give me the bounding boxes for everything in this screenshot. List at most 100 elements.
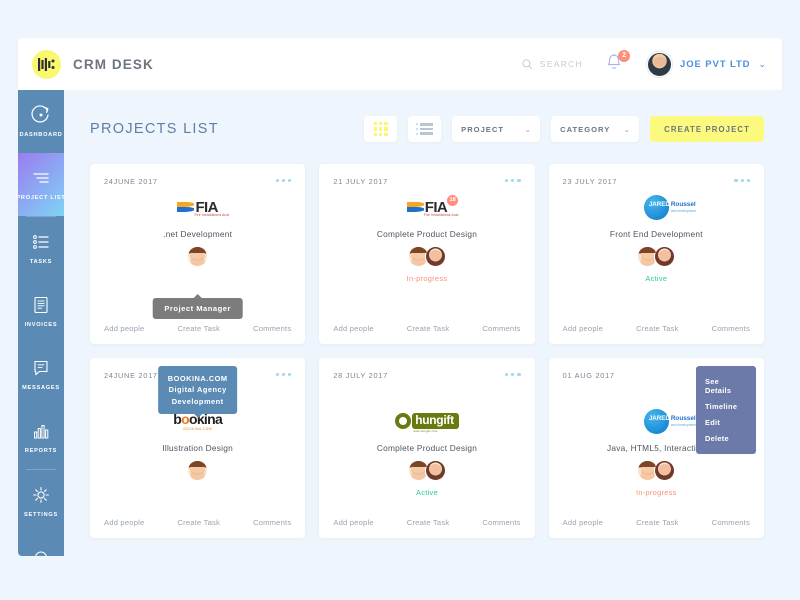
brand[interactable]: CRM DESK: [18, 49, 154, 79]
sidebar-item-label: DASHBOARD: [19, 132, 63, 138]
sidebar-item-support[interactable]: SUPPORT: [18, 533, 64, 556]
sidebar-item-tasks[interactable]: TASKS: [18, 217, 64, 280]
tasks-icon: [33, 235, 49, 249]
grid-view-button[interactable]: [364, 116, 398, 142]
project-tooltip: BOOKINA.COM Digital Agency Development: [157, 366, 238, 415]
sidebar-item-dashboard[interactable]: DASHBOARD: [18, 90, 64, 153]
card-menu-button[interactable]: [505, 371, 521, 377]
project-name: .net Development: [163, 229, 233, 239]
card-date: 21 JULY 2017: [333, 177, 388, 186]
card-body: FIA Fire Installations Aust .net Develop…: [90, 190, 305, 324]
menu-item-delete[interactable]: Delete: [696, 431, 756, 447]
dashboard-icon: [31, 105, 49, 123]
main-content: PROJECTS LIST PROJECT ⌄ CATEGORY ⌄ CREAT…: [64, 90, 782, 556]
brand-logo-icon: [32, 49, 61, 79]
tooltip-line: Development: [171, 396, 224, 406]
logo-subtitle: Fire Installations Aust: [423, 212, 459, 217]
create-task-link[interactable]: Create Task: [407, 518, 450, 527]
sidebar-item-invoices[interactable]: INVOICES: [18, 280, 64, 343]
add-people-link[interactable]: Add people: [563, 324, 603, 333]
comments-link[interactable]: Comments: [253, 518, 291, 527]
comments-link[interactable]: Comments: [482, 324, 520, 333]
card-body: JARED Roussel web development Front End …: [549, 190, 764, 324]
comments-link[interactable]: Comments: [482, 518, 520, 527]
notification-badge: 2: [618, 50, 631, 62]
comments-link[interactable]: Comments: [253, 324, 291, 333]
sidebar: DASHBOARD PROJECT LIST TASKS INVOICES ME…: [18, 90, 64, 556]
category-filter-select[interactable]: CATEGORY ⌄: [551, 116, 640, 142]
sidebar-item-label: SETTINGS: [24, 512, 58, 518]
header-actions: SEARCH 2 JOE PVT LTD ⌄: [522, 50, 782, 77]
project-name: Complete Product Design: [376, 443, 478, 453]
logo-subtitle: web development: [670, 422, 696, 427]
sidebar-item-reports[interactable]: REPORTS: [18, 406, 64, 469]
role-tooltip: Project Manager: [152, 298, 243, 319]
search-placeholder: SEARCH: [539, 59, 584, 69]
fia-swoosh-icon: [406, 200, 424, 215]
logo-subtitle: Fire Installations Aust: [194, 212, 230, 217]
toolbar: PROJECT ⌄ CATEGORY ⌄ CREATE PROJECT: [364, 116, 764, 142]
reports-icon: [34, 425, 49, 439]
comments-link[interactable]: Comments: [712, 518, 750, 527]
avatar: [654, 246, 676, 267]
notifications-button[interactable]: 2: [605, 50, 631, 75]
avatar: [424, 460, 446, 481]
messages-icon: [34, 360, 48, 376]
support-icon: [35, 551, 47, 556]
list-view-button[interactable]: [408, 116, 442, 142]
avatar: [187, 246, 209, 267]
card-body: hungift www.hungift.com Complete Product…: [319, 384, 534, 518]
project-card[interactable]: 01 AUG 2017 See Details Timeline Edit De…: [548, 358, 764, 538]
card-date: 01 AUG 2017: [562, 371, 615, 380]
add-people-link[interactable]: Add people: [563, 518, 603, 527]
card-menu-button[interactable]: [275, 371, 292, 377]
create-task-link[interactable]: Create Task: [177, 324, 220, 333]
project-filter-select[interactable]: PROJECT ⌄: [452, 116, 541, 142]
sidebar-item-messages[interactable]: MESSAGES: [18, 343, 64, 406]
assignee-avatars: [637, 460, 676, 481]
assignee-avatars: [407, 460, 446, 481]
menu-item-see-details[interactable]: See Details: [696, 373, 756, 398]
card-context-menu: See Details Timeline Edit Delete: [695, 366, 756, 454]
add-people-link[interactable]: Add people: [333, 324, 373, 333]
project-logo: hungift www.hungift.com: [395, 406, 459, 436]
project-name: Front End Development: [609, 229, 703, 239]
create-task-link[interactable]: Create Task: [407, 324, 450, 333]
add-people-link[interactable]: Add people: [104, 324, 144, 333]
sidebar-item-project-list[interactable]: PROJECT LIST: [18, 153, 64, 216]
assignee-avatars: [187, 460, 209, 481]
add-people-link[interactable]: Add people: [104, 518, 144, 527]
search-input[interactable]: SEARCH: [522, 58, 584, 70]
sidebar-item-settings[interactable]: SETTINGS: [18, 470, 64, 533]
avatar: [654, 460, 676, 481]
card-menu-button[interactable]: [505, 177, 521, 183]
sidebar-item-label: PROJECT LIST: [18, 195, 64, 201]
user-menu[interactable]: JOE PVT LTD ⌄: [647, 51, 766, 77]
add-people-link[interactable]: Add people: [333, 518, 373, 527]
invoices-icon: [34, 296, 48, 314]
sidebar-item-label: INVOICES: [24, 322, 58, 328]
card-actions: Add people Create Task Comments: [319, 324, 534, 344]
card-menu-button[interactable]: [275, 177, 292, 183]
project-card[interactable]: 21 JULY 2017 FIA Fire Installations Aust…: [319, 164, 535, 344]
comments-link[interactable]: Comments: [712, 324, 750, 333]
project-card[interactable]: 23 JULY 2017 JARED Roussel web developme…: [548, 164, 764, 344]
project-card[interactable]: 24JUNE 2017 FIA Fire Installations Aust …: [90, 164, 306, 344]
card-date: 23 JULY 2017: [562, 177, 618, 186]
logo-badge: 18: [447, 194, 459, 206]
card-body: FIA Fire Installations Aust 18 Complete …: [319, 190, 534, 324]
create-task-link[interactable]: Create Task: [636, 324, 679, 333]
create-project-button[interactable]: CREATE PROJECT: [650, 116, 764, 142]
project-card[interactable]: 28 JULY 2017 hungift www.hungift.com Com…: [319, 358, 535, 538]
project-name: Java, HTML5, Interaction: [606, 443, 706, 453]
menu-item-timeline[interactable]: Timeline: [696, 398, 756, 414]
card-menu-button[interactable]: [734, 177, 750, 183]
create-task-link[interactable]: Create Task: [177, 518, 220, 527]
top-header-bar: CRM DESK SEARCH 2 JOE PVT LTD ⌄: [18, 38, 782, 90]
sidebar-item-label: REPORTS: [24, 448, 58, 454]
project-card[interactable]: 24JUNE 2017 BOOKINA.COM Digital Agency D…: [90, 358, 306, 538]
menu-item-edit[interactable]: Edit: [696, 414, 756, 430]
project-logo: JARED Roussel web development: [643, 406, 696, 436]
project-name: Illustration Design: [162, 443, 234, 453]
create-task-link[interactable]: Create Task: [636, 518, 679, 527]
